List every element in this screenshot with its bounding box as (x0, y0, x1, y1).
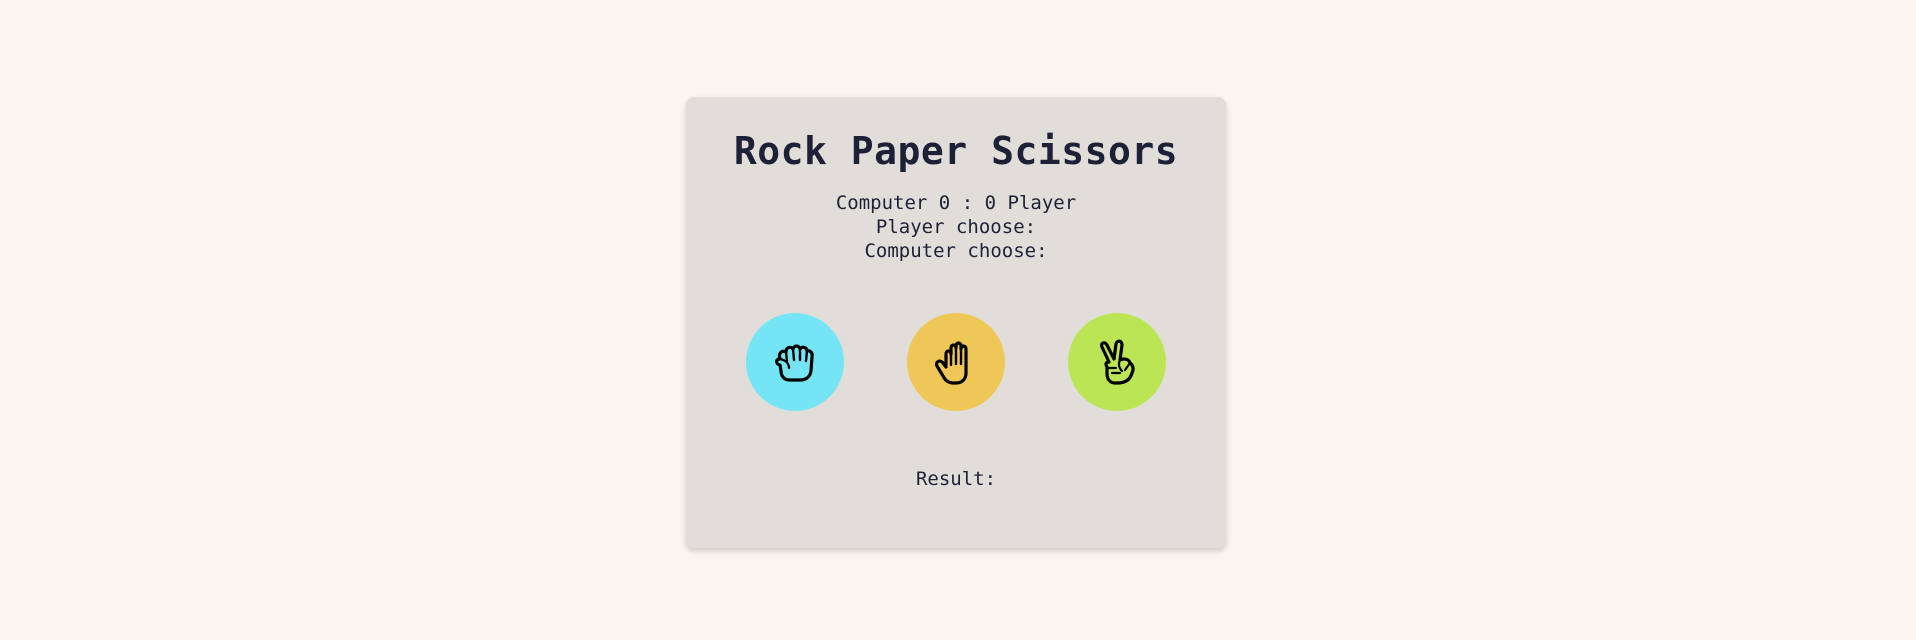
choice-buttons (686, 313, 1226, 411)
player-label: Player (1007, 192, 1077, 214)
paper-button[interactable] (907, 313, 1005, 411)
page-title: Rock Paper Scissors (733, 129, 1179, 173)
open-hand-icon (934, 341, 968, 385)
game-card: Rock Paper Scissors Computer 0 : 0 Playe… (686, 97, 1226, 548)
player-score: 0 (984, 192, 997, 214)
peace-sign-icon (1099, 339, 1135, 385)
computer-choice-text: Computer choose: (864, 240, 1048, 262)
score-separator: : (961, 192, 974, 214)
player-choice-text: Player choose: (875, 216, 1037, 238)
computer-score: 0 (938, 192, 951, 214)
result-text: Result: (915, 468, 997, 490)
scissors-button[interactable] (1068, 313, 1166, 411)
fist-icon (775, 344, 814, 382)
computer-label: Computer (835, 192, 928, 214)
game-info: Computer 0 : 0 Player Player choose: Com… (686, 191, 1226, 263)
rock-button[interactable] (746, 313, 844, 411)
score-line: Computer 0 : 0 Player (686, 191, 1226, 215)
